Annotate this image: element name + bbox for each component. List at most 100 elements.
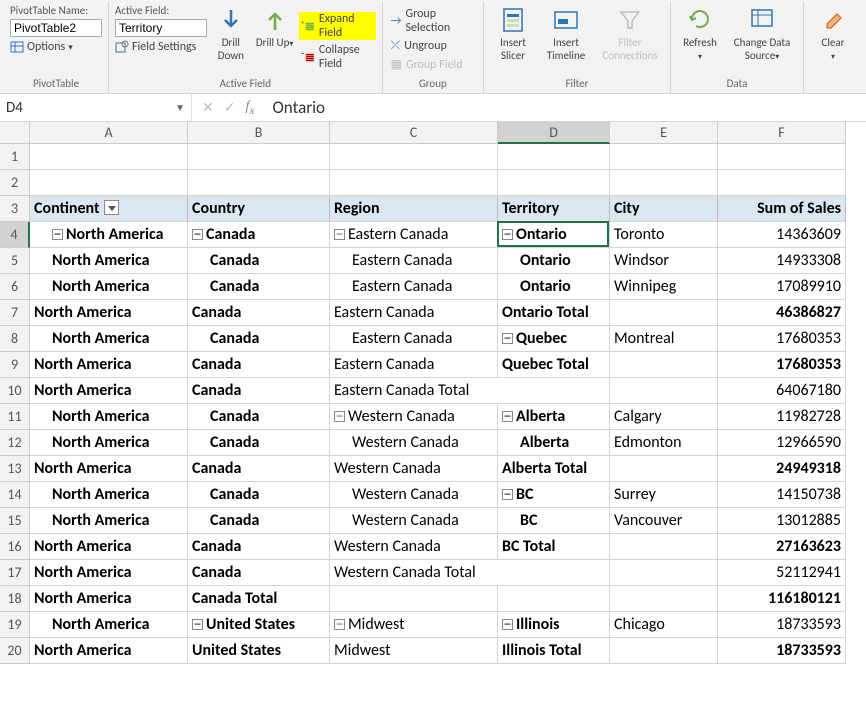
table-cell[interactable]: Illinois Total [498, 638, 610, 664]
table-cell[interactable] [610, 378, 718, 404]
table-cell[interactable]: Eastern Canada [330, 300, 498, 326]
table-cell[interactable]: Montreal [610, 326, 718, 352]
column-header-E[interactable]: E [610, 122, 718, 144]
row-header[interactable]: 2 [0, 170, 30, 196]
table-cell[interactable]: Western Canada [330, 430, 498, 456]
table-cell[interactable]: −Alberta [498, 404, 610, 430]
table-cell[interactable]: Ontario Total [498, 300, 610, 326]
table-cell[interactable] [30, 170, 188, 196]
table-cell[interactable] [610, 300, 718, 326]
insert-slicer-button[interactable]: Insert Slicer [490, 4, 536, 62]
table-cell[interactable]: −Canada [188, 222, 330, 248]
table-cell[interactable]: −Midwest [330, 612, 498, 638]
change-data-source-button[interactable]: Change Data Source▾ [727, 4, 797, 62]
table-cell[interactable]: Canada [188, 300, 330, 326]
collapse-toggle-icon[interactable]: − [502, 333, 513, 344]
table-cell[interactable] [610, 586, 718, 612]
table-cell[interactable]: Ontario [498, 274, 610, 300]
table-header-cell[interactable]: City [610, 196, 718, 222]
table-cell[interactable]: −Western Canada [330, 404, 498, 430]
table-cell[interactable]: Chicago [610, 612, 718, 638]
table-header-cell[interactable]: Region [330, 196, 498, 222]
table-cell[interactable]: Alberta [498, 430, 610, 456]
table-cell[interactable] [610, 534, 718, 560]
table-header-cell[interactable]: Country [188, 196, 330, 222]
table-cell[interactable]: Canada [188, 560, 330, 586]
table-cell[interactable]: Canada [188, 482, 330, 508]
table-cell[interactable]: North America [30, 534, 188, 560]
table-cell[interactable]: 14150738 [718, 482, 846, 508]
table-cell[interactable]: 12966590 [718, 430, 846, 456]
table-cell[interactable]: 14363609 [718, 222, 846, 248]
table-cell[interactable]: North America [30, 326, 188, 352]
row-header[interactable]: 11 [0, 404, 30, 430]
table-cell[interactable] [498, 170, 610, 196]
table-cell[interactable]: 24949318 [718, 456, 846, 482]
table-cell[interactable]: Quebec Total [498, 352, 610, 378]
table-cell[interactable]: North America [30, 248, 188, 274]
table-cell[interactable]: 17089910 [718, 274, 846, 300]
table-cell[interactable] [498, 144, 610, 170]
table-header-cell[interactable]: Sum of Sales [718, 196, 846, 222]
table-cell[interactable] [610, 170, 718, 196]
table-cell[interactable]: −Eastern Canada [330, 222, 498, 248]
table-cell[interactable]: Western Canada [330, 482, 498, 508]
insert-timeline-button[interactable]: Insert Timeline [540, 4, 592, 62]
row-header[interactable]: 20 [0, 638, 30, 664]
cancel-formula-icon[interactable]: ✕ [202, 99, 214, 116]
table-cell[interactable]: Canada [188, 534, 330, 560]
table-cell[interactable] [330, 144, 498, 170]
filter-dropdown-icon[interactable] [104, 200, 119, 215]
table-cell[interactable] [610, 352, 718, 378]
table-cell[interactable]: Alberta Total [498, 456, 610, 482]
table-cell[interactable]: 11982728 [718, 404, 846, 430]
table-cell[interactable] [610, 456, 718, 482]
accept-formula-icon[interactable]: ✓ [224, 99, 236, 116]
table-cell[interactable]: Toronto [610, 222, 718, 248]
table-cell[interactable]: Canada [188, 378, 330, 404]
table-cell[interactable]: 52112941 [718, 560, 846, 586]
table-cell[interactable]: North America [30, 352, 188, 378]
table-cell[interactable]: North America [30, 586, 188, 612]
drill-up-button[interactable]: Drill Up▾ [255, 4, 295, 49]
table-cell[interactable]: 18733593 [718, 612, 846, 638]
row-header[interactable]: 3 [0, 196, 30, 222]
table-cell[interactable] [610, 638, 718, 664]
row-header[interactable]: 19 [0, 612, 30, 638]
clear-button[interactable]: Clear▾ [810, 4, 856, 62]
row-header[interactable]: 14 [0, 482, 30, 508]
collapse-toggle-icon[interactable]: − [502, 411, 513, 422]
table-cell[interactable]: North America [30, 300, 188, 326]
collapse-toggle-icon[interactable]: − [334, 411, 345, 422]
collapse-toggle-icon[interactable]: − [192, 229, 203, 240]
row-header[interactable]: 1 [0, 144, 30, 170]
row-header[interactable]: 15 [0, 508, 30, 534]
table-cell[interactable]: North America [30, 560, 188, 586]
table-cell[interactable]: Canada [188, 352, 330, 378]
row-header[interactable]: 4 [0, 222, 30, 248]
column-header-C[interactable]: C [330, 122, 498, 144]
table-cell[interactable]: Canada [188, 430, 330, 456]
table-cell[interactable] [610, 560, 718, 586]
collapse-toggle-icon[interactable]: − [334, 619, 345, 630]
table-cell[interactable] [188, 144, 330, 170]
table-cell[interactable]: Edmonton [610, 430, 718, 456]
table-cell[interactable]: Eastern Canada [330, 326, 498, 352]
table-cell[interactable] [610, 144, 718, 170]
row-header[interactable]: 5 [0, 248, 30, 274]
table-cell[interactable]: BC Total [498, 534, 610, 560]
table-cell[interactable]: North America [30, 274, 188, 300]
column-header-F[interactable]: F [718, 122, 846, 144]
table-cell[interactable]: 27163623 [718, 534, 846, 560]
row-header[interactable]: 7 [0, 300, 30, 326]
pivottable-name-input[interactable] [10, 19, 102, 37]
table-cell[interactable]: Surrey [610, 482, 718, 508]
table-cell[interactable] [330, 586, 498, 612]
table-cell[interactable]: 64067180 [718, 378, 846, 404]
table-cell[interactable]: North America [30, 456, 188, 482]
group-selection-button[interactable]: → Group Selection [389, 6, 477, 36]
table-cell[interactable]: Western Canada [330, 534, 498, 560]
table-cell[interactable]: Ontario [498, 248, 610, 274]
table-cell[interactable] [30, 144, 188, 170]
table-cell[interactable]: −BC [498, 482, 610, 508]
